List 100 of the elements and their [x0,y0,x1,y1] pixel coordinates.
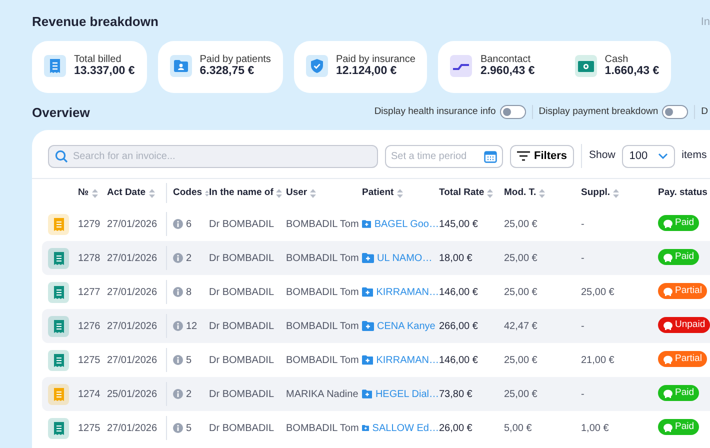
overview-title: Overview [32,104,90,122]
table-cell-text: 5 [186,422,192,436]
table-cell-text: Dr BOMBADIL [209,286,276,300]
shield-check-icon [306,55,328,78]
table-cell-text: 27/01/2026 [107,252,158,266]
column-header[interactable]: In the name of [209,186,274,200]
info-icon[interactable] [173,287,183,297]
column-header[interactable]: User [286,186,308,200]
status-badge: Partial [658,283,707,300]
toggle-switch[interactable] [500,105,526,120]
table-cell-text: 2 [186,388,192,402]
invoice-icon[interactable] [48,316,69,336]
column-header[interactable]: Mod. T. [504,186,536,200]
table-cell-text: BOMBADIL Tom [286,354,360,368]
table-cell-text: MARIKA Nadine [286,388,360,402]
invoice-icon[interactable] [48,384,69,404]
sort-icon[interactable] [205,188,209,198]
column-header[interactable]: Pay. status [658,186,708,200]
sort-icon[interactable] [396,188,403,198]
table-cell-text: Dr BOMBADIL [209,388,276,402]
table-cell-text: 1274 [78,388,102,402]
table-cell-text: Dr BOMBADIL [209,422,276,436]
table-cell-text: 27/01/2026 [107,218,158,232]
invoice-icon[interactable] [48,214,69,234]
toggle-switch[interactable] [662,105,688,120]
info-icon[interactable] [173,389,183,399]
invoice-icon[interactable] [48,418,69,438]
table-cell-text: 25,00 € [504,252,538,266]
column-header[interactable]: Suppl. [581,186,610,200]
patient-folder-icon[interactable] [362,423,370,433]
sort-icon[interactable] [613,188,620,198]
patient-folder-icon[interactable] [362,389,372,399]
info-icon[interactable] [173,423,183,433]
column-header[interactable]: Total Rate [439,186,484,200]
sort-icon[interactable] [276,188,282,198]
status-badge: Paid [658,249,700,266]
table-cell-text: 18,00 € [439,252,474,266]
table-cell-text: 266,00 € [439,320,479,334]
date-range-field[interactable]: Set a time period [385,144,503,168]
patient-folder-icon[interactable] [362,321,374,331]
summary-label: Bancontact [480,54,532,66]
cut-label: D [700,105,708,120]
sort-icon[interactable] [487,188,494,198]
patient-folder-icon[interactable] [362,253,374,263]
summary-label: Paid by patients [200,54,271,66]
summary-label: Total billed [74,54,122,66]
wave-logo-icon [450,55,472,78]
page-size-label: Show [589,148,616,164]
table-cell-text: 25,00 € [504,218,538,232]
summary-amount: 13.337,00 € [74,65,135,79]
table-cell-text: 1277 [78,286,102,300]
status-badge: Unpaid [658,317,710,334]
column-header[interactable]: Act Date [107,186,146,200]
page-size-select[interactable]: 100 [622,144,675,168]
table-cell-text: 1,00 € [581,422,610,436]
summary-amount: 6.328,75 € [200,65,256,79]
column-header[interactable]: № [78,186,89,200]
table-cell-text: BOMBADIL Tom [286,218,360,232]
info-icon[interactable] [173,219,183,229]
table-cell-text: 1278 [78,252,102,266]
table-cell-text: 146,00 € [439,354,479,368]
table-cell-text: - [581,388,586,402]
calendar-icon[interactable] [484,150,497,162]
table-cell-text: 27/01/2026 [107,320,158,334]
search-icon [55,150,68,162]
table-cell-text: Dr BOMBADIL [209,320,276,334]
filter-icon [517,151,530,161]
status-badge: Paid [658,215,700,232]
sort-icon[interactable] [310,188,316,198]
table-cell-text: 25,00 € [504,388,538,402]
invoice-icon[interactable] [48,282,69,302]
status-badge: Paid [658,419,700,436]
column-header[interactable]: Codes [173,186,202,200]
invoice-icon[interactable] [48,350,69,370]
status-badge: Paid [658,385,700,402]
info-icon[interactable] [173,253,183,263]
table-cell-text: 27/01/2026 [107,286,158,300]
column-header[interactable]: Patient [362,186,394,200]
table-cell-text: 12 [186,320,198,334]
table-cell-text: - [581,252,586,266]
patient-folder-icon[interactable] [362,219,372,229]
sort-icon[interactable] [539,188,546,198]
table-cell-text: 145,00 € [439,218,479,232]
sort-icon[interactable] [92,188,98,198]
sort-icon[interactable] [148,188,155,198]
info-icon[interactable] [173,355,183,365]
patient-folder-icon[interactable] [362,287,374,297]
table-cell-text: 1275 [78,422,102,436]
table-cell-text: 27/01/2026 [107,354,158,368]
table-cell-text: 25/01/2026 [107,388,158,402]
invoice-icon[interactable] [48,248,69,268]
section-title: Revenue breakdown [32,13,158,31]
filters-button[interactable]: Filters [510,144,574,168]
summary-label: Cash [604,54,630,66]
person-folder-icon [170,55,192,78]
summary-amount: 1.660,43 € [604,65,660,79]
table-cell-text: 25,00 € [504,286,538,300]
patient-folder-icon[interactable] [362,355,374,365]
search-field[interactable]: Search for an invoice... [48,144,378,168]
info-icon[interactable] [173,321,183,331]
